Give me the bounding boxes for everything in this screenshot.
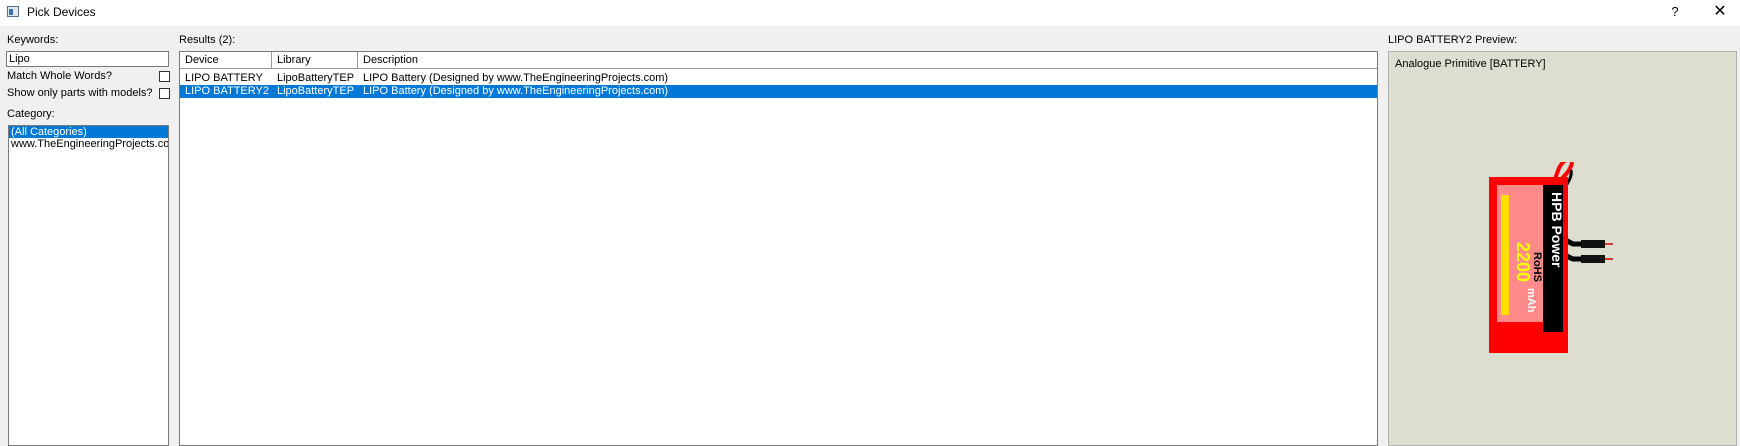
preview-panel: Analogue Primitive [BATTERY] HPB Power 2… [1388, 51, 1737, 446]
title-bar: Pick Devices ? ✕ [0, 0, 1740, 26]
keywords-input[interactable] [6, 51, 169, 67]
column-header-description[interactable]: Description [358, 52, 1377, 68]
cell-description: LIPO Battery (Designed by www.TheEnginee… [363, 72, 669, 84]
battery-image: HPB Power 2200 mAh RoHS [1489, 162, 1613, 353]
category-list[interactable]: (All Categories) www.TheEngineeringProje… [8, 125, 169, 446]
cell-device: LIPO BATTERY2 [185, 85, 269, 97]
category-item-tep[interactable]: www.TheEngineeringProjects.com [9, 138, 168, 150]
cell-library: LipoBatteryTEP [277, 72, 355, 84]
preview-subtitle: Analogue Primitive [BATTERY] [1395, 58, 1546, 70]
battery-rohs-text: RoHS [1531, 252, 1543, 282]
only-models-checkbox[interactable] [159, 88, 170, 99]
column-header-library[interactable]: Library [272, 52, 358, 68]
column-header-device[interactable]: Device [180, 52, 272, 68]
only-models-row[interactable]: Show only parts with models? [7, 86, 173, 101]
battery-capacity-text: 2200 [1513, 242, 1533, 282]
table-row[interactable]: LIPO BATTERY LipoBatteryTEP LIPO Battery… [180, 72, 1377, 85]
category-label: Category: [7, 108, 55, 120]
cell-description: LIPO Battery (Designed by www.TheEnginee… [363, 85, 669, 97]
category-item-all[interactable]: (All Categories) [9, 126, 168, 138]
match-whole-words-row[interactable]: Match Whole Words? [7, 69, 173, 84]
match-whole-words-label: Match Whole Words? [7, 70, 112, 82]
help-button[interactable]: ? [1655, 0, 1695, 26]
preview-label: LIPO BATTERY2 Preview: [1388, 34, 1518, 46]
match-whole-words-checkbox[interactable] [159, 71, 170, 82]
cell-library: LipoBatteryTEP [277, 85, 355, 97]
app-icon [7, 6, 19, 17]
results-list[interactable]: Device Library Description LIPO BATTERY … [179, 51, 1378, 446]
only-models-label: Show only parts with models? [7, 87, 153, 99]
table-row-selected[interactable]: LIPO BATTERY2 LipoBatteryTEP LIPO Batter… [180, 85, 1377, 98]
battery-brand-text: HPB Power [1549, 192, 1565, 268]
battery-unit-text: mAh [1525, 288, 1537, 313]
cell-device: LIPO BATTERY [185, 72, 263, 84]
close-button[interactable]: ✕ [1700, 0, 1740, 26]
keywords-label: Keywords: [7, 34, 59, 46]
results-header: Device Library Description [180, 52, 1377, 69]
window-title: Pick Devices [27, 5, 96, 19]
results-label: Results (2): [179, 34, 236, 46]
